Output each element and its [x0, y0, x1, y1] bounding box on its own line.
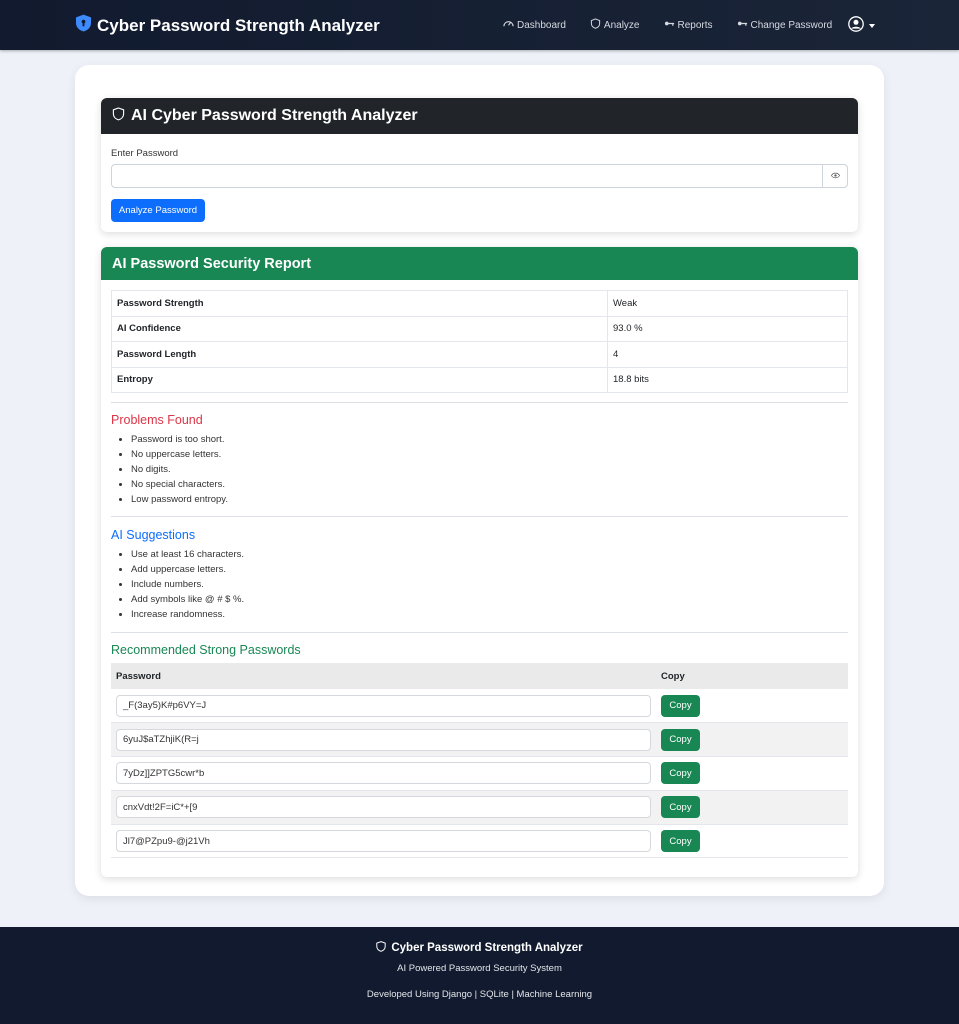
toggle-visibility-button[interactable]: [822, 164, 848, 188]
password-input[interactable]: [111, 164, 823, 188]
list-item: Low password entropy.: [131, 492, 228, 507]
copy-button[interactable]: Copy: [661, 762, 700, 785]
table-row: Copy: [111, 689, 848, 724]
divider: [111, 632, 848, 633]
report-card: AI Password Security Report Password Str…: [101, 247, 858, 877]
recommended-password-field[interactable]: [116, 728, 651, 751]
list-item: No digits.: [131, 462, 228, 477]
brand-title: Cyber Password Strength Analyzer: [97, 15, 380, 35]
footer-subtitle: AI Powered Password Security System: [397, 963, 562, 974]
footer-developed: Developed Using Django | SQLite | Machin…: [366, 989, 593, 1000]
nav-change-password[interactable]: Change Password: [737, 18, 833, 32]
shield-icon: [76, 14, 91, 37]
chevron-down-icon: [869, 23, 875, 28]
report-value: Weak: [607, 290, 848, 317]
table-header-row: Password Copy: [111, 663, 848, 689]
shield-icon: [376, 941, 387, 955]
nav-links: Dashboard Analyze Reports Change Passwor…: [503, 18, 856, 32]
table-row: Copy: [111, 756, 848, 791]
report-title: AI Password Security Report: [112, 255, 312, 272]
analyzer-card-header: AI Cyber Password Strength Analyzer: [101, 98, 858, 134]
recommended-password-field[interactable]: [116, 830, 651, 853]
key-icon: [664, 18, 675, 32]
suggestions-title: AI Suggestions: [111, 528, 196, 542]
footer: Cyber Password Strength Analyzer AI Powe…: [0, 927, 959, 1024]
key-icon: [737, 18, 748, 32]
report-key: Password Strength: [111, 290, 608, 317]
problems-title: Problems Found: [111, 413, 203, 427]
column-header-password: Password: [111, 663, 656, 689]
list-item: No special characters.: [131, 477, 228, 492]
report-value: 4: [607, 341, 848, 368]
table-row: Password Strength Weak: [111, 290, 848, 317]
brand[interactable]: Cyber Password Strength Analyzer: [76, 14, 380, 37]
nav-change-password-label: Change Password: [750, 19, 833, 31]
list-item: Use at least 16 characters.: [131, 547, 244, 562]
navbar: Cyber Password Strength Analyzer Dashboa…: [0, 0, 959, 50]
analyzer-title: AI Cyber Password Strength Analyzer: [131, 107, 418, 124]
nav-analyze[interactable]: Analyze: [590, 18, 640, 32]
footer-title: Cyber Password Strength Analyzer: [391, 942, 583, 954]
recommended-password-field[interactable]: [116, 694, 651, 717]
column-header-copy: Copy: [656, 663, 848, 689]
list-item: Add symbols like @ # $ %.: [131, 592, 244, 607]
speedometer-icon: [503, 18, 514, 32]
table-row: Entropy 18.8 bits: [111, 366, 848, 393]
recommended-password-field[interactable]: [116, 762, 651, 785]
nav-dashboard-label: Dashboard: [517, 19, 566, 31]
table-row: Password Length 4: [111, 341, 848, 368]
report-card-header: AI Password Security Report: [101, 247, 858, 280]
problems-list: Password is too short. No uppercase lett…: [131, 432, 228, 507]
copy-button[interactable]: Copy: [661, 796, 700, 819]
main-container: AI Cyber Password Strength Analyzer Ente…: [75, 65, 884, 896]
report-table: Password Strength Weak AI Confidence 93.…: [111, 290, 848, 393]
table-row: AI Confidence 93.0 %: [111, 315, 848, 342]
report-value: 93.0 %: [607, 315, 848, 342]
list-item: No uppercase letters.: [131, 447, 228, 462]
report-key: Password Length: [111, 341, 608, 368]
analyzer-card: AI Cyber Password Strength Analyzer Ente…: [101, 98, 858, 232]
copy-button[interactable]: Copy: [661, 694, 700, 717]
copy-button[interactable]: Copy: [661, 728, 700, 751]
list-item: Password is too short.: [131, 432, 228, 447]
list-item: Add uppercase letters.: [131, 562, 244, 577]
table-row: Copy: [111, 824, 848, 859]
nav-reports[interactable]: Reports: [664, 18, 713, 32]
recommended-table: Password Copy Copy Copy Copy Copy Cop: [111, 663, 848, 859]
nav-analyze-label: Analyze: [603, 19, 640, 31]
password-label: Enter Password: [111, 148, 179, 159]
report-key: AI Confidence: [111, 315, 608, 342]
footer-title-row: Cyber Password Strength Analyzer: [0, 941, 959, 955]
list-item: Include numbers.: [131, 577, 244, 592]
suggestions-list: Use at least 16 characters. Add uppercas…: [131, 547, 244, 622]
shield-icon: [590, 18, 601, 32]
table-row: Copy: [111, 722, 848, 758]
divider: [111, 402, 848, 403]
eye-icon: [830, 171, 840, 182]
user-menu[interactable]: [848, 16, 875, 35]
report-key: Entropy: [111, 366, 608, 393]
list-item: Increase randomness.: [131, 607, 244, 622]
table-row: Copy: [111, 790, 848, 825]
report-value: 18.8 bits: [607, 366, 848, 393]
divider: [111, 516, 848, 517]
shield-icon: [112, 106, 125, 126]
nav-reports-label: Reports: [677, 19, 713, 31]
recommended-password-field[interactable]: [116, 796, 651, 819]
nav-dashboard[interactable]: Dashboard: [503, 18, 566, 32]
user-avatar-icon: [848, 16, 864, 35]
copy-button[interactable]: Copy: [661, 830, 700, 853]
recommended-title: Recommended Strong Passwords: [111, 643, 301, 657]
analyze-password-button[interactable]: Analyze Password: [111, 199, 205, 222]
